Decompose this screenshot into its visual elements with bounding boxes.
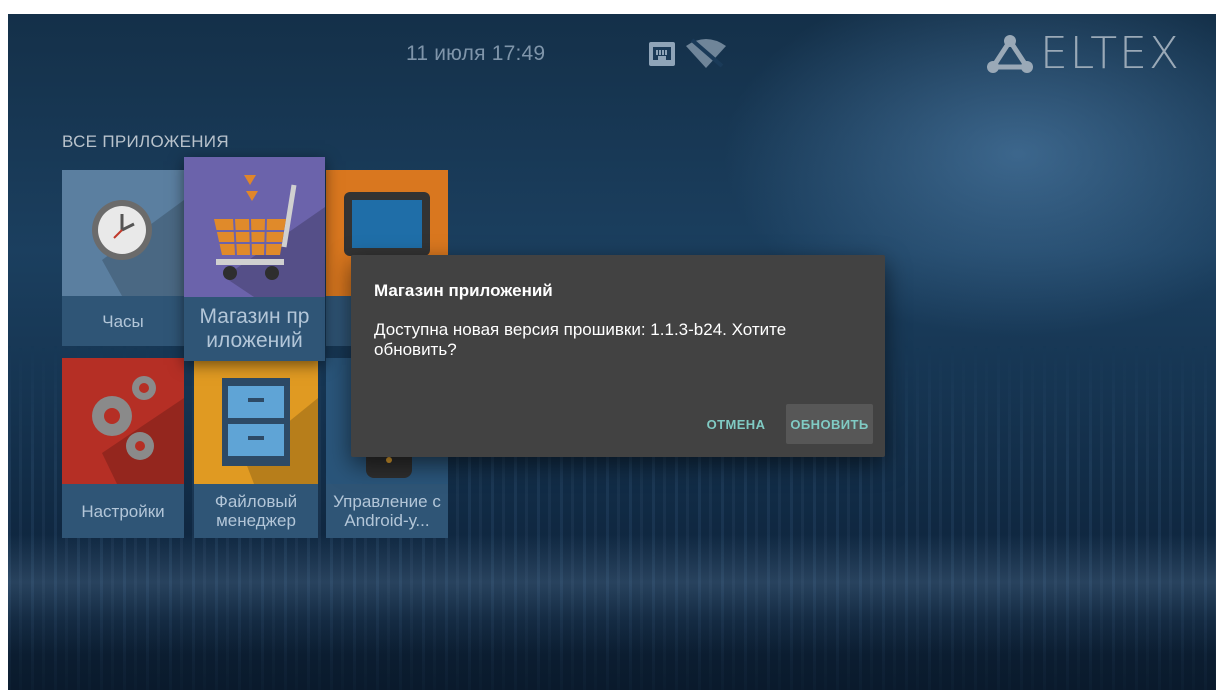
date-time: 11 июля 17:49 bbox=[406, 42, 546, 65]
wifi-off-icon bbox=[686, 38, 726, 68]
update-dialog: Магазин приложений Доступна новая версия… bbox=[351, 255, 885, 457]
app-label: Магазин пр иложений bbox=[199, 305, 310, 352]
eltex-logo-mark-icon bbox=[987, 35, 1033, 73]
shopping-cart-icon bbox=[214, 175, 325, 297]
clock-icon bbox=[92, 200, 184, 296]
app-label: Файловый менеджер bbox=[214, 492, 298, 530]
dialog-message: Доступна новая версия прошивки: 1.1.3-b2… bbox=[374, 320, 787, 359]
tv-launcher-screen: 11 июля 17:49 ELTEX ВСЕ ПРИЛОЖЕНИЯ Часы … bbox=[8, 14, 1216, 690]
app-label: Настройки bbox=[81, 501, 165, 521]
app-tile-settings[interactable]: Настройки bbox=[62, 358, 184, 538]
cancel-button[interactable]: ОТМЕНА bbox=[691, 404, 781, 444]
app-tile-app-store[interactable]: Магазин пр иложений bbox=[184, 157, 325, 361]
ethernet-icon bbox=[649, 42, 675, 66]
app-label: Управление с Android-у... bbox=[333, 492, 441, 530]
dialog-title: Магазин приложений bbox=[374, 281, 553, 300]
section-title: ВСЕ ПРИЛОЖЕНИЯ bbox=[62, 132, 229, 151]
app-label: Часы bbox=[102, 311, 144, 331]
app-tile-clock[interactable]: Часы bbox=[62, 170, 184, 346]
background-glow bbox=[8, 534, 1216, 654]
eltex-logo-text: ELTEX bbox=[1040, 28, 1182, 79]
gears-icon bbox=[92, 376, 184, 484]
file-cabinet-icon bbox=[222, 378, 318, 484]
update-button[interactable]: ОБНОВИТЬ bbox=[786, 404, 873, 444]
app-tile-file-manager[interactable]: Файловый менеджер bbox=[194, 358, 318, 538]
